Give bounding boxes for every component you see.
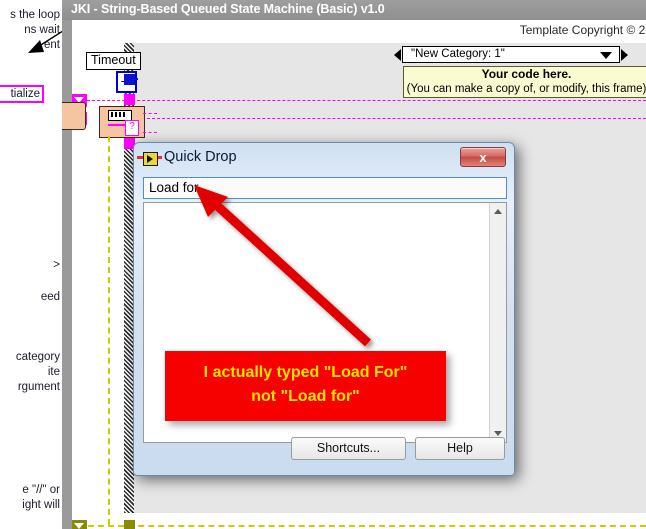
case-selector-question-icon: ?: [125, 120, 139, 136]
chevron-up-icon: [494, 209, 502, 214]
initialize-terminal-label: tialize: [10, 88, 40, 100]
wire-error-horizontal: [88, 525, 646, 527]
left-note-5-line-2: ight will: [22, 499, 60, 511]
quick-drop-title: Quick Drop: [164, 149, 237, 165]
black-pointer-arrow: [28, 30, 62, 53]
annotation-line-1: I actually typed "Load For": [203, 364, 408, 381]
wire-string-top: [87, 100, 646, 101]
shift-register-error: [72, 520, 87, 529]
quick-drop-footer: Shortcuts... Help: [134, 433, 514, 469]
help-button[interactable]: Help: [415, 437, 505, 460]
case-dropdown-chevron-down-icon[interactable]: [600, 52, 612, 59]
tunnel-string-1: [124, 94, 135, 105]
case-previous-arrow-icon[interactable]: [394, 49, 401, 61]
left-note-4-line-3: rgument: [17, 381, 60, 393]
annotation-line-2: not "Load for": [251, 388, 360, 405]
initialize-terminal: tialize: [0, 85, 44, 103]
labview-titlebar[interactable]: JKI - String-Based Queued State Machine …: [62, 0, 646, 20]
left-note-3-line-2: eed: [40, 291, 60, 303]
wire-dequeue-out: [143, 113, 157, 114]
wire-string-second: [147, 118, 646, 119]
labview-left-gutter: [62, 20, 72, 529]
left-annotation-column: s the loop ns wait ent tialize > eed cat…: [0, 0, 62, 529]
template-copyright-label: Template Copyright © 20: [519, 23, 646, 37]
wire-dequeue-out-2: [143, 132, 157, 133]
quick-drop-titlebar[interactable]: Quick Drop x: [134, 143, 514, 175]
your-code-here-line-2: (You can make a copy of, or modify, this…: [406, 83, 646, 95]
quick-drop-scrollbar[interactable]: [489, 203, 506, 442]
shortcuts-button[interactable]: Shortcuts...: [291, 437, 406, 460]
left-note-5-line-1: e "//" or: [22, 484, 60, 496]
your-code-here-comment: Your code here. (You can make a copy of,…: [403, 66, 646, 98]
red-annotation-arrow: [194, 185, 372, 347]
labview-window-title: JKI - String-Based Queued State Machine …: [71, 2, 385, 16]
case-next-arrow-icon[interactable]: [621, 49, 628, 61]
screenshot-root: s the loop ns wait ent tialize > eed cat…: [0, 0, 646, 529]
left-note-1-line-1: s the loop: [10, 9, 60, 21]
annotation-callout: I actually typed "Load For" not "Load fo…: [165, 351, 446, 421]
left-note-3-line-1: >: [53, 259, 60, 271]
scroll-up-button[interactable]: [490, 203, 506, 220]
timeout-label: Timeout: [86, 52, 141, 70]
quick-drop-icon: [143, 152, 158, 166]
wire-error-vertical: [108, 136, 110, 525]
left-note-4-line-2: ite: [47, 366, 60, 378]
close-icon[interactable]: x: [460, 147, 506, 167]
timeout-wire: [133, 78, 138, 80]
your-code-here-line-1: Your code here.: [481, 67, 572, 81]
case-selector-value: "New Category: 1": [411, 48, 505, 60]
left-note-4-line-1: category: [15, 351, 60, 363]
case-selector-combobox[interactable]: "New Category: 1": [402, 46, 620, 63]
tunnel-error: [124, 520, 135, 529]
initialize-queue-node[interactable]: [62, 102, 86, 130]
